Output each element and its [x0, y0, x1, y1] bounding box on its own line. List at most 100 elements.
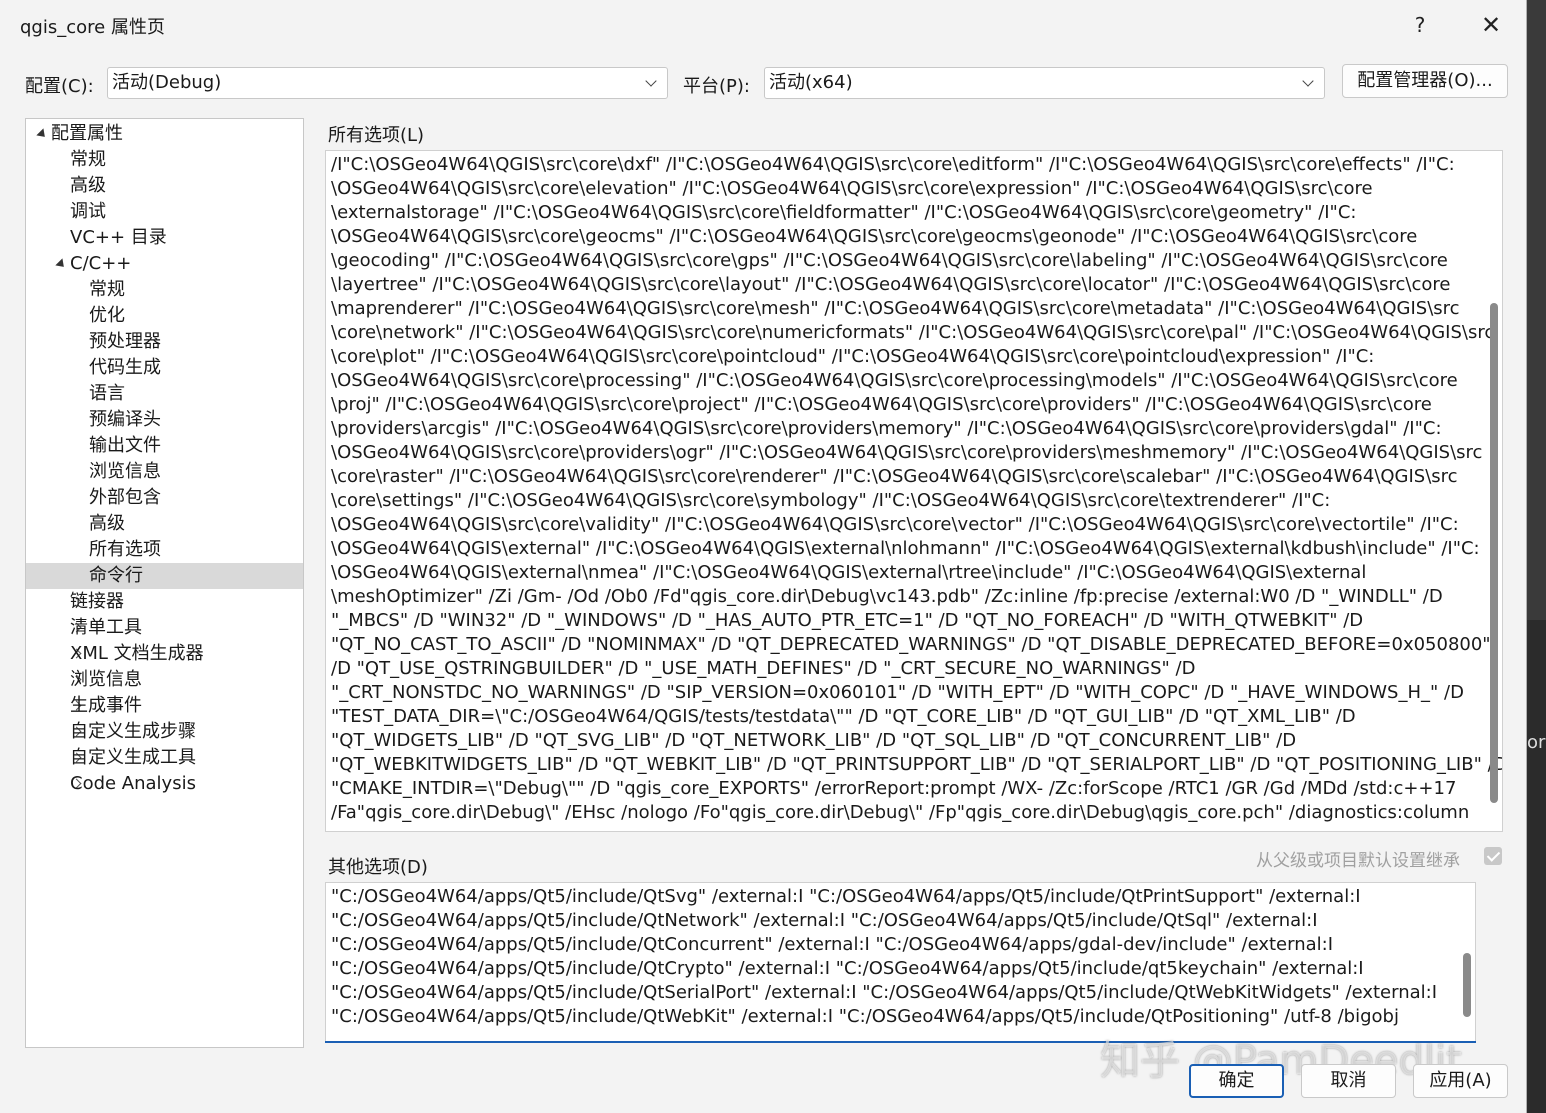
platform-select-value: 活动(x64)	[769, 72, 853, 93]
text-line: "QT_WIDGETS_LIB" /D "QT_SVG_LIB" /D "QT_…	[331, 730, 1297, 751]
ok-button[interactable]: 确定	[1189, 1064, 1284, 1098]
cancel-button[interactable]: 取消	[1301, 1064, 1396, 1098]
chevron-down-icon	[1300, 69, 1318, 97]
text-line: \OSGeo4W64\QGIS\src\core\processing" /I"…	[331, 370, 1458, 391]
platform-select[interactable]: 活动(x64)	[764, 67, 1325, 99]
tree-item-label: Code Analysis	[70, 773, 196, 794]
text-line: /Fa"qgis_core.dir\Debug\" /EHsc /nologo …	[331, 802, 1470, 823]
tree-item[interactable]: 生成事件	[26, 693, 303, 719]
all-options-text: /I"C:\OSGeo4W64\QGIS\src\core\dxf" /I"C:…	[331, 153, 1503, 825]
property-pages-dialog: qgis_core 属性页 ? ✕ 配置(C): 活动(Debug) 平台(P)…	[0, 0, 1527, 1113]
tree-item-label: VC++ 目录	[70, 227, 167, 248]
tree-item-label: 常规	[70, 149, 106, 170]
tree-item-label: 所有选项	[89, 539, 161, 560]
tree-item[interactable]: 输出文件	[26, 433, 303, 459]
tree-item-label: 高级	[70, 175, 106, 196]
tree-item-label: 预处理器	[89, 331, 161, 352]
tree-item-label: 配置属性	[51, 123, 123, 144]
text-line: \core\raster" /I"C:\OSGeo4W64\QGIS\src\c…	[331, 466, 1458, 487]
tree-item[interactable]: XML 文档生成器	[26, 641, 303, 667]
tree-item-label: 浏览信息	[89, 461, 161, 482]
text-line: \layertree" /I"C:\OSGeo4W64\QGIS\src\cor…	[331, 274, 1451, 295]
text-line: \OSGeo4W64\QGIS\src\core\elevation" /I"C…	[331, 178, 1373, 199]
other-options-scrollbar[interactable]	[1463, 953, 1471, 1017]
tree-item[interactable]: 调试	[26, 199, 303, 225]
tree-item-label: 语言	[89, 383, 125, 404]
tree-item[interactable]: 高级	[26, 173, 303, 199]
tree-item[interactable]: 优化	[26, 303, 303, 329]
expand-arrow-icon[interactable]	[56, 251, 66, 277]
tree-item[interactable]: 常规	[26, 147, 303, 173]
config-manager-button[interactable]: 配置管理器(O)...	[1342, 64, 1508, 98]
text-line: \proj" /I"C:\OSGeo4W64\QGIS\src\core\pro…	[331, 394, 1432, 415]
other-options-text: "C:/OSGeo4W64/apps/Qt5/include/QtSvg" /e…	[331, 885, 1453, 1029]
text-line: \core\plot" /I"C:\OSGeo4W64\QGIS\src\cor…	[331, 346, 1375, 367]
text-line: "C:/OSGeo4W64/apps/Qt5/include/QtSerialP…	[331, 982, 1438, 1003]
text-line: \OSGeo4W64\QGIS\src\core\providers\ogr" …	[331, 442, 1483, 463]
tree-item-label: 输出文件	[89, 435, 161, 456]
tree-item[interactable]: 链接器	[26, 589, 303, 615]
tree-item[interactable]: 所有选项	[26, 537, 303, 563]
tree-item-label: 调试	[70, 201, 106, 222]
config-select-value: 活动(Debug)	[112, 72, 222, 93]
tree-item[interactable]: 命令行	[26, 563, 303, 589]
tree-item[interactable]: 外部包含	[26, 485, 303, 511]
text-line: "C:/OSGeo4W64/apps/Qt5/include/QtSvg" /e…	[331, 886, 1361, 907]
config-select[interactable]: 活动(Debug)	[107, 67, 668, 99]
window-title: qgis_core 属性页	[20, 17, 165, 38]
expand-arrow-icon[interactable]	[37, 121, 47, 147]
tree-item[interactable]: 常规	[26, 277, 303, 303]
all-options-label: 所有选项(L)	[328, 125, 425, 146]
tree-item[interactable]: 高级	[26, 511, 303, 537]
close-button[interactable]: ✕	[1471, 6, 1511, 44]
text-line: "_MBCS" /D "WIN32" /D "_WINDOWS" /D "_HA…	[331, 610, 1364, 631]
tree-item-label: 常规	[89, 279, 125, 300]
text-line: "C:/OSGeo4W64/apps/Qt5/include/QtNetwork…	[331, 910, 1318, 931]
text-line: \core\settings" /I"C:\OSGeo4W64\QGIS\src…	[331, 490, 1331, 511]
platform-label: 平台(P):	[683, 76, 750, 97]
tree-item[interactable]: 清单工具	[26, 615, 303, 641]
text-line: /I"C:\OSGeo4W64\QGIS\src\core\dxf" /I"C:…	[331, 154, 1455, 175]
tree-item[interactable]: 自定义生成工具	[26, 745, 303, 771]
text-line: /D "QT_USE_QSTRINGBUILDER" /D "_USE_MATH…	[331, 658, 1196, 679]
all-options-textbox[interactable]: /I"C:\OSGeo4W64\QGIS\src\core\dxf" /I"C:…	[325, 150, 1503, 832]
all-options-scrollbar[interactable]	[1490, 303, 1498, 803]
tree-item-label: 生成事件	[70, 695, 142, 716]
tree-item-label: 外部包含	[89, 487, 161, 508]
text-line: \meshOptimizer" /Zi /Gm- /Od /Ob0 /Fd"qg…	[331, 586, 1443, 607]
text-line: "C:/OSGeo4W64/apps/Qt5/include/QtCrypto"…	[331, 958, 1364, 979]
tree-item[interactable]: 浏览信息	[26, 459, 303, 485]
property-tree[interactable]: 配置属性 常规 高级 调试 VC++ 目录 C/C++ 常规 优化 预处理器 代码生成 语言 预编译头…	[25, 118, 304, 1048]
text-line: \providers\arcgis" /I"C:\OSGeo4W64\QGIS\…	[331, 418, 1442, 439]
tree-item[interactable]: 预编译头	[26, 407, 303, 433]
tree-item[interactable]: 配置属性	[26, 121, 303, 147]
apply-button[interactable]: 应用(A)	[1413, 1064, 1508, 1098]
tree-item-label: 命令行	[89, 565, 143, 586]
help-button[interactable]: ?	[1400, 6, 1440, 44]
tree-item[interactable]: C/C++	[26, 251, 303, 277]
text-line: \OSGeo4W64\QGIS\external\nmea" /I"C:\OSG…	[331, 562, 1367, 583]
text-line: "CMAKE_INTDIR=\"Debug\"" /D "qgis_core_E…	[331, 778, 1457, 799]
tree-item-label: 浏览信息	[70, 669, 142, 690]
tree-item[interactable]: VC++ 目录	[26, 225, 303, 251]
other-options-textbox[interactable]: "C:/OSGeo4W64/apps/Qt5/include/QtSvg" /e…	[325, 882, 1476, 1042]
tree-item-label: 优化	[89, 305, 125, 326]
text-line: "C:/OSGeo4W64/apps/Qt5/include/QtConcurr…	[331, 934, 1334, 955]
text-line: "QT_WEBKITWIDGETS_LIB" /D "QT_WEBKIT_LIB…	[331, 754, 1503, 775]
text-line: \geocoding" /I"C:\OSGeo4W64\QGIS\src\cor…	[331, 250, 1448, 271]
config-label: 配置(C):	[25, 76, 94, 97]
text-line: "TEST_DATA_DIR=\"C:/OSGeo4W64/QGIS/tests…	[331, 706, 1356, 727]
text-line: \OSGeo4W64\QGIS\external" /I"C:\OSGeo4W6…	[331, 538, 1480, 559]
tree-item-label: 自定义生成步骤	[70, 721, 196, 742]
text-line: \core\network" /I"C:\OSGeo4W64\QGIS\src\…	[331, 322, 1495, 343]
text-line: \OSGeo4W64\QGIS\src\core\geocms" /I"C:\O…	[331, 226, 1418, 247]
tree-item[interactable]: 预处理器	[26, 329, 303, 355]
inherit-checkbox[interactable]	[1484, 847, 1502, 865]
text-line: \OSGeo4W64\QGIS\src\core\validity" /I"C:…	[331, 514, 1459, 535]
tree-item-label: XML 文档生成器	[70, 643, 204, 664]
tree-item[interactable]: 代码生成	[26, 355, 303, 381]
tree-item[interactable]: 语言	[26, 381, 303, 407]
tree-item[interactable]: Code Analysis	[26, 771, 303, 797]
tree-item[interactable]: 浏览信息	[26, 667, 303, 693]
tree-item[interactable]: 自定义生成步骤	[26, 719, 303, 745]
